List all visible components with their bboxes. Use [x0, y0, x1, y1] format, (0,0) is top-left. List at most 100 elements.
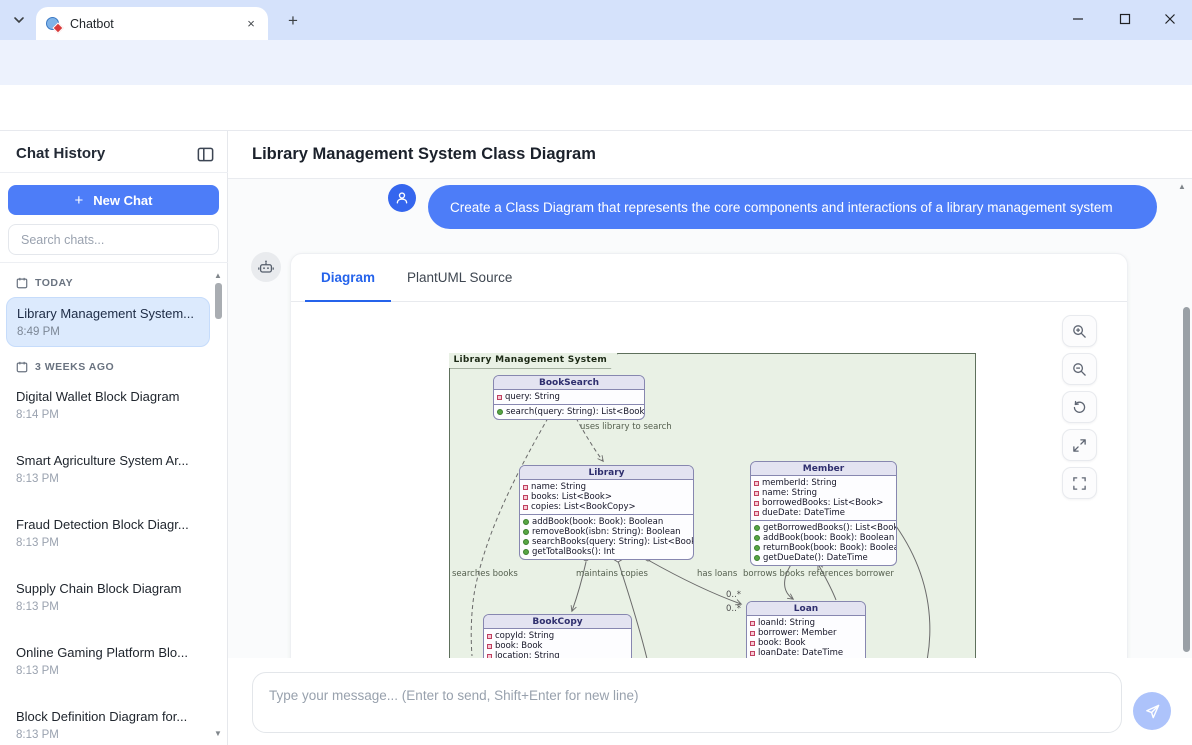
private-attribute-icon — [523, 505, 528, 510]
bot-response-card: Diagram PlantUML Source Library Manageme… — [290, 253, 1128, 658]
public-method-icon — [523, 549, 529, 555]
browser-titlebar: Chatbot × + — [0, 0, 1192, 40]
class-booksearch: BookSearch query: String search(query: S… — [493, 375, 645, 420]
plus-icon: + — [75, 192, 84, 209]
chat-item-title: Library Management System... — [17, 306, 199, 321]
reset-rotate-icon — [1072, 400, 1087, 415]
class-methods: addBook(book: Book): BooleanremoveBook(i… — [520, 514, 693, 559]
chat-scrollbar-thumb[interactable] — [1183, 307, 1190, 652]
edge-label-has-loans: has loans — [697, 569, 737, 579]
chat-item-title: Digital Wallet Block Diagram — [16, 389, 200, 404]
window-close-button[interactable] — [1151, 0, 1189, 38]
uml-diagram-frame: Library Management System — [449, 353, 976, 658]
tab-diagram[interactable]: Diagram — [305, 254, 391, 301]
group-label-text: 3 WEEKS AGO — [35, 361, 114, 373]
class-method: addBook(book: Book): Boolean — [523, 517, 690, 527]
public-method-icon — [523, 529, 529, 535]
chat-group-label-today: TODAY — [0, 271, 216, 295]
chat-item-title: Supply Chain Block Diagram — [16, 581, 200, 596]
class-attribute: copyId: String — [487, 631, 628, 641]
calendar-icon — [16, 361, 28, 373]
chat-item-time: 8:13 PM — [16, 601, 200, 613]
public-method-icon — [754, 525, 760, 531]
visual-paradigm-favicon — [46, 16, 62, 32]
chevron-down-icon — [13, 14, 25, 26]
class-method: search(query: String): List<Book> — [497, 407, 641, 417]
class-attribute: book: Book — [750, 638, 862, 648]
message-composer — [228, 658, 1192, 745]
class-attribute: borrowedBooks: List<Book> — [754, 498, 893, 508]
chat-group-items: Digital Wallet Block Diagram 8:14 PM Sma… — [0, 381, 216, 745]
app-header: Chatbot Powered by Visual Paradigm More … — [0, 85, 1192, 131]
chat-item-time: 8:13 PM — [16, 537, 200, 549]
private-attribute-icon — [750, 631, 755, 636]
class-loan: Loan loanId: Stringborrower: Memberbook:… — [746, 601, 866, 658]
sidebar-title: Chat History — [16, 145, 105, 162]
person-icon — [394, 190, 410, 206]
zoom-in-button[interactable] — [1062, 315, 1097, 347]
minimize-icon — [1072, 13, 1084, 25]
class-attribute: memberId: String — [754, 478, 893, 488]
message-input[interactable] — [252, 672, 1122, 733]
sidebar: Chat History + New Chat TODAY Library Ma… — [0, 131, 228, 745]
class-attribute: loanDate: DateTime — [750, 648, 862, 658]
class-attributes: memberId: Stringname: StringborrowedBook… — [751, 476, 896, 520]
chat-history-item[interactable]: Block Definition Diagram for... 8:13 PM — [6, 701, 210, 745]
tab-close-icon[interactable]: × — [242, 15, 260, 33]
tab-title: Chatbot — [70, 17, 242, 31]
chat-history-list: TODAY Library Management System... 8:49 … — [0, 263, 216, 745]
zoom-in-icon — [1072, 324, 1087, 339]
chat-history-item[interactable]: Online Gaming Platform Blo... 8:13 PM — [6, 637, 210, 685]
class-methods: getBorrowedBooks(): List<Book>addBook(bo… — [751, 520, 896, 565]
sidebar-scroll-down-arrow[interactable]: ▼ — [214, 729, 222, 738]
tab-search-button[interactable] — [8, 9, 30, 31]
zoom-out-button[interactable] — [1062, 353, 1097, 385]
group-label-text: TODAY — [35, 277, 73, 289]
private-attribute-icon — [750, 651, 755, 656]
sidebar-scrollbar-thumb[interactable] — [215, 283, 222, 319]
class-attribute: name: String — [523, 482, 690, 492]
chat-scroll-up-arrow[interactable]: ▲ — [1178, 182, 1186, 191]
chat-history-item[interactable]: Fraud Detection Block Diagr... 8:13 PM — [6, 509, 210, 557]
edge-label-borrows-books: borrows books — [743, 569, 805, 579]
class-method: returnBook(book: Book): Boolean — [754, 543, 893, 553]
search-chats-input[interactable] — [8, 224, 219, 255]
send-button[interactable] — [1133, 692, 1171, 730]
class-attribute: borrower: Member — [750, 628, 862, 638]
class-method: addBook(book: Book): Boolean — [754, 533, 893, 543]
private-attribute-icon — [497, 395, 502, 400]
sidebar-collapse-button[interactable] — [196, 145, 216, 165]
class-attribute: copies: List<BookCopy> — [523, 502, 690, 512]
class-attribute: dueDate: DateTime — [754, 508, 893, 518]
fullscreen-button[interactable] — [1062, 467, 1097, 499]
browser-tab[interactable]: Chatbot × — [36, 7, 268, 40]
new-chat-button[interactable]: + New Chat — [8, 185, 219, 215]
chat-history-item[interactable]: Supply Chain Block Diagram 8:13 PM — [6, 573, 210, 621]
chat-history-item-selected[interactable]: Library Management System... 8:49 PM — [6, 297, 210, 347]
private-attribute-icon — [750, 641, 755, 646]
private-attribute-icon — [754, 481, 759, 486]
private-attribute-icon — [754, 501, 759, 506]
user-message-avatar — [388, 184, 416, 212]
tab-plantuml-source[interactable]: PlantUML Source — [391, 254, 528, 301]
window-minimize-button[interactable] — [1059, 0, 1097, 38]
new-tab-button[interactable]: + — [282, 10, 304, 32]
reset-view-button[interactable] — [1062, 391, 1097, 423]
chat-history-item[interactable]: Smart Agriculture System Ar... 8:13 PM — [6, 445, 210, 493]
class-attribute: name: String — [754, 488, 893, 498]
class-method: searchBooks(query: String): List<Book> — [523, 537, 690, 547]
fullscreen-brackets-icon — [1072, 476, 1087, 491]
sidebar-scroll-up-arrow[interactable]: ▲ — [214, 271, 222, 280]
multiplicity-label: 0..* — [726, 590, 741, 600]
window-maximize-button[interactable] — [1106, 0, 1144, 38]
public-method-icon — [754, 555, 760, 561]
conversation-header: Library Management System Class Diagram — [228, 131, 1192, 179]
expand-button[interactable] — [1062, 429, 1097, 461]
chat-message-area[interactable]: Create a Class Diagram that represents t… — [228, 179, 1192, 658]
browser-toolbar: ai-toolbox.visual-paradigm.com/app/chatb… — [0, 40, 1192, 85]
chat-history-item[interactable]: Digital Wallet Block Diagram 8:14 PM — [6, 381, 210, 429]
class-name: Member — [751, 462, 896, 476]
private-attribute-icon — [487, 644, 492, 649]
chat-item-title: Smart Agriculture System Ar... — [16, 453, 200, 468]
class-methods: search(query: String): List<Book> — [494, 404, 644, 419]
